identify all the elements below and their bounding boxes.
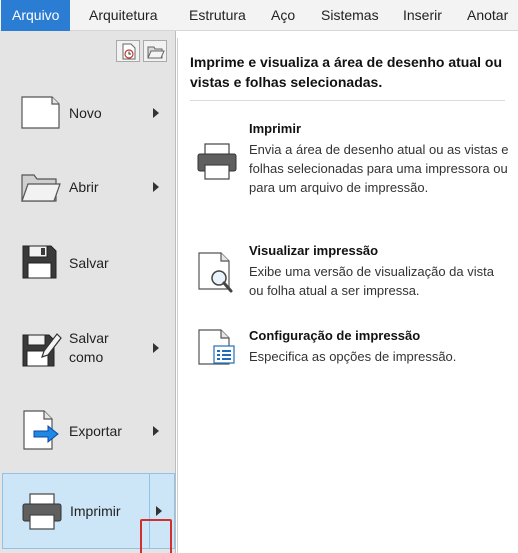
menu-item-label: Imprimir <box>70 503 121 519</box>
tab-arquivo[interactable]: Arquivo <box>1 0 71 31</box>
tab-aco[interactable]: Aço <box>271 0 295 31</box>
application-menu: Novo Abrir Salvar Salvar como Exportar I… <box>0 31 176 553</box>
submenu-arrow-icon[interactable] <box>156 506 162 516</box>
save-as-icon <box>20 329 62 369</box>
option-title: Imprimir <box>249 121 302 136</box>
option-description: Envia a área de desenho atual ou as vist… <box>249 142 509 195</box>
menu-item-abrir[interactable]: Abrir <box>0 161 175 213</box>
option-imprimir[interactable]: Imprimir Envia a área de desenho atual o… <box>178 121 518 203</box>
tab-arquitetura[interactable]: Arquitetura <box>89 0 157 31</box>
menu-item-label: Salvar <box>69 255 109 271</box>
printer-icon <box>196 141 238 183</box>
tab-sistemas[interactable]: Sistemas <box>321 0 379 31</box>
new-document-icon <box>20 93 60 133</box>
save-disk-icon <box>20 243 60 283</box>
export-icon <box>20 409 60 450</box>
option-configuracao-de-impressao[interactable]: Configuração de impressão Especifica as … <box>178 328 518 372</box>
divider <box>190 100 505 101</box>
menu-item-label: Abrir <box>69 179 99 195</box>
option-title: Visualizar impressão <box>249 243 379 258</box>
tab-anotar[interactable]: Anotar <box>467 0 508 31</box>
submenu-arrow-icon[interactable] <box>153 426 159 436</box>
menu-item-label: Novo <box>69 105 102 121</box>
ribbon-tab-bar: Arquivo Arquitetura Estrutura Aço Sistem… <box>0 0 518 31</box>
recent-documents-icon[interactable] <box>116 40 140 62</box>
menu-item-salvar[interactable]: Salvar <box>0 237 175 289</box>
printer-icon <box>21 491 62 531</box>
tab-inserir[interactable]: Inserir <box>403 0 442 31</box>
submenu-arrow-icon[interactable] <box>153 108 159 118</box>
option-visualizar-impressao[interactable]: Visualizar impressão Exibe uma versão de… <box>178 243 518 305</box>
menu-item-label: Salvar <box>69 330 109 346</box>
submenu-arrow-icon[interactable] <box>153 343 159 353</box>
highlight-box <box>140 519 172 553</box>
menu-item-salvar-como[interactable]: Salvar como <box>0 321 175 377</box>
menu-item-label: Exportar <box>69 423 122 439</box>
menu-item-novo[interactable]: Novo <box>0 87 175 139</box>
open-folder-icon <box>20 167 61 207</box>
flyout-heading: Imprime e visualiza a área de desenho at… <box>190 54 503 90</box>
print-preview-icon <box>196 251 238 293</box>
menu-item-label: como <box>69 349 104 365</box>
submenu-arrow-icon[interactable] <box>153 182 159 192</box>
menu-item-exportar[interactable]: Exportar <box>0 405 175 457</box>
option-description: Exibe uma versão de visualização da vist… <box>249 264 494 298</box>
option-title: Configuração de impressão <box>249 328 421 343</box>
option-description: Especifica as opções de impressão. <box>249 349 457 364</box>
open-documents-icon[interactable] <box>143 40 167 62</box>
print-setup-icon <box>196 328 238 370</box>
tab-estrutura[interactable]: Estrutura <box>189 0 246 31</box>
print-flyout-panel: Imprime e visualiza a área de desenho at… <box>177 38 518 553</box>
